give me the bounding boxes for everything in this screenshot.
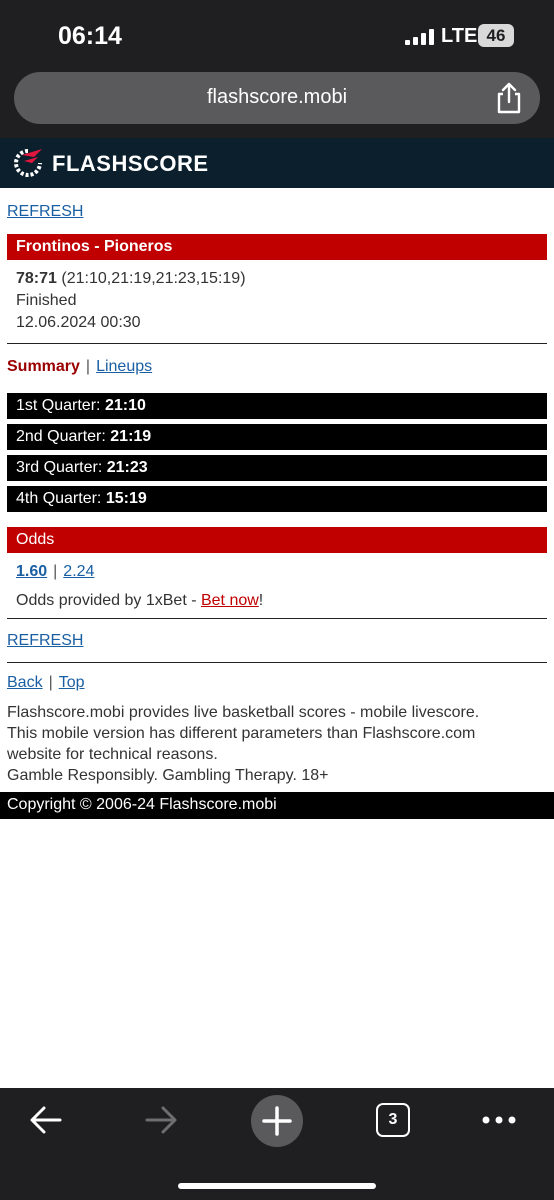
status-time: 06:14 (58, 22, 122, 50)
quarter-row: 1st Quarter: 21:10 (7, 393, 547, 419)
quarter-score: 21:23 (106, 459, 148, 476)
quarter-row: 3rd Quarter: 21:23 (7, 455, 547, 481)
exclamation: ! (258, 592, 264, 609)
quarter-label: 3rd Quarter: (16, 459, 103, 476)
forward-arrow-icon[interactable] (143, 1104, 179, 1136)
quarter-label: 1st Quarter: (16, 397, 101, 414)
flashscore-logo-icon[interactable] (12, 147, 44, 179)
url-text[interactable]: flashscore.mobi (14, 86, 540, 109)
refresh-link[interactable]: REFRESH (7, 203, 83, 221)
match-title-bar: Frontinos - Pioneros (7, 234, 547, 260)
plus-icon (262, 1106, 292, 1136)
logo-text[interactable]: FLASHSCORE (52, 151, 209, 177)
browser-bottom-toolbar: 3 (0, 1088, 554, 1200)
battery-icon: 46 (478, 24, 514, 47)
odds-title: Odds (16, 531, 55, 548)
footer-line: This mobile version has different parame… (7, 725, 476, 742)
quarter-score: 15:19 (105, 490, 147, 507)
quarter-scores-summary: (21:10,21:19,21:23,15:19) (61, 270, 246, 287)
network-type: LTE (441, 25, 478, 47)
signal-icon (405, 29, 435, 45)
footer-line: Flashscore.mobi provides live basketball… (7, 704, 480, 721)
odds-header-bar: Odds (7, 527, 547, 553)
copyright-bar: Copyright © 2006-24 Flashscore.mobi (0, 792, 554, 819)
tab-summary[interactable]: Summary (7, 358, 80, 375)
quarter-label: 4th Quarter: (16, 490, 102, 507)
refresh-link-bottom[interactable]: REFRESH (7, 632, 83, 650)
quarter-score: 21:19 (110, 428, 152, 445)
site-header: FLASHSCORE (0, 138, 554, 188)
quarter-score: 21:10 (104, 397, 146, 414)
browser-top-bar: 06:14 LTE 46 flashscore.mobi (0, 0, 554, 138)
quarter-row: 2nd Quarter: 21:19 (7, 424, 547, 450)
nav-separator: | (48, 674, 53, 691)
odds-provider-text: Odds provided by 1xBet - (16, 592, 201, 609)
bet-now-link[interactable]: Bet now (201, 592, 259, 609)
divider (7, 618, 547, 619)
address-bar[interactable]: flashscore.mobi (14, 72, 540, 124)
tab-lineups[interactable]: Lineups (96, 358, 152, 375)
tab-bar: Summary | Lineups (7, 358, 152, 376)
odds-provider-line: Odds provided by 1xBet - Bet now! (16, 592, 263, 610)
back-link[interactable]: Back (7, 674, 43, 691)
tabs-button[interactable]: 3 (376, 1103, 410, 1137)
final-score: 78:71 (16, 270, 57, 287)
match-title: Frontinos - Pioneros (16, 238, 173, 255)
new-tab-button[interactable] (251, 1095, 303, 1147)
footer-line: Gamble Responsibly. Gambling Therapy. 18… (7, 767, 329, 784)
odds-home-link[interactable]: 1.60 (16, 563, 47, 580)
odds-away-link[interactable]: 2.24 (63, 563, 94, 580)
quarter-label: 2nd Quarter: (16, 428, 106, 445)
divider (7, 343, 547, 344)
footer-line: website for technical reasons. (7, 746, 218, 763)
home-indicator (178, 1183, 376, 1189)
back-arrow-icon[interactable] (28, 1104, 64, 1136)
tab-separator: | (85, 358, 91, 375)
footer-description: Flashscore.mobi provides live basketball… (7, 702, 547, 786)
copyright-text: Copyright © 2006-24 Flashscore.mobi (7, 796, 277, 813)
quarter-row: 4th Quarter: 15:19 (7, 486, 547, 512)
odds-values: 1.60 | 2.24 (16, 563, 94, 581)
more-icon[interactable] (481, 1114, 517, 1126)
odds-separator: | (53, 563, 58, 580)
score-line: 78:71 (21:10,21:19,21:23,15:19) (16, 270, 246, 288)
match-status: Finished (16, 292, 77, 309)
match-datetime: 12.06.2024 00:30 (16, 314, 141, 331)
footer-nav: Back | Top (7, 674, 85, 692)
top-link[interactable]: Top (59, 674, 85, 691)
share-icon[interactable] (494, 82, 524, 114)
divider (7, 662, 547, 663)
